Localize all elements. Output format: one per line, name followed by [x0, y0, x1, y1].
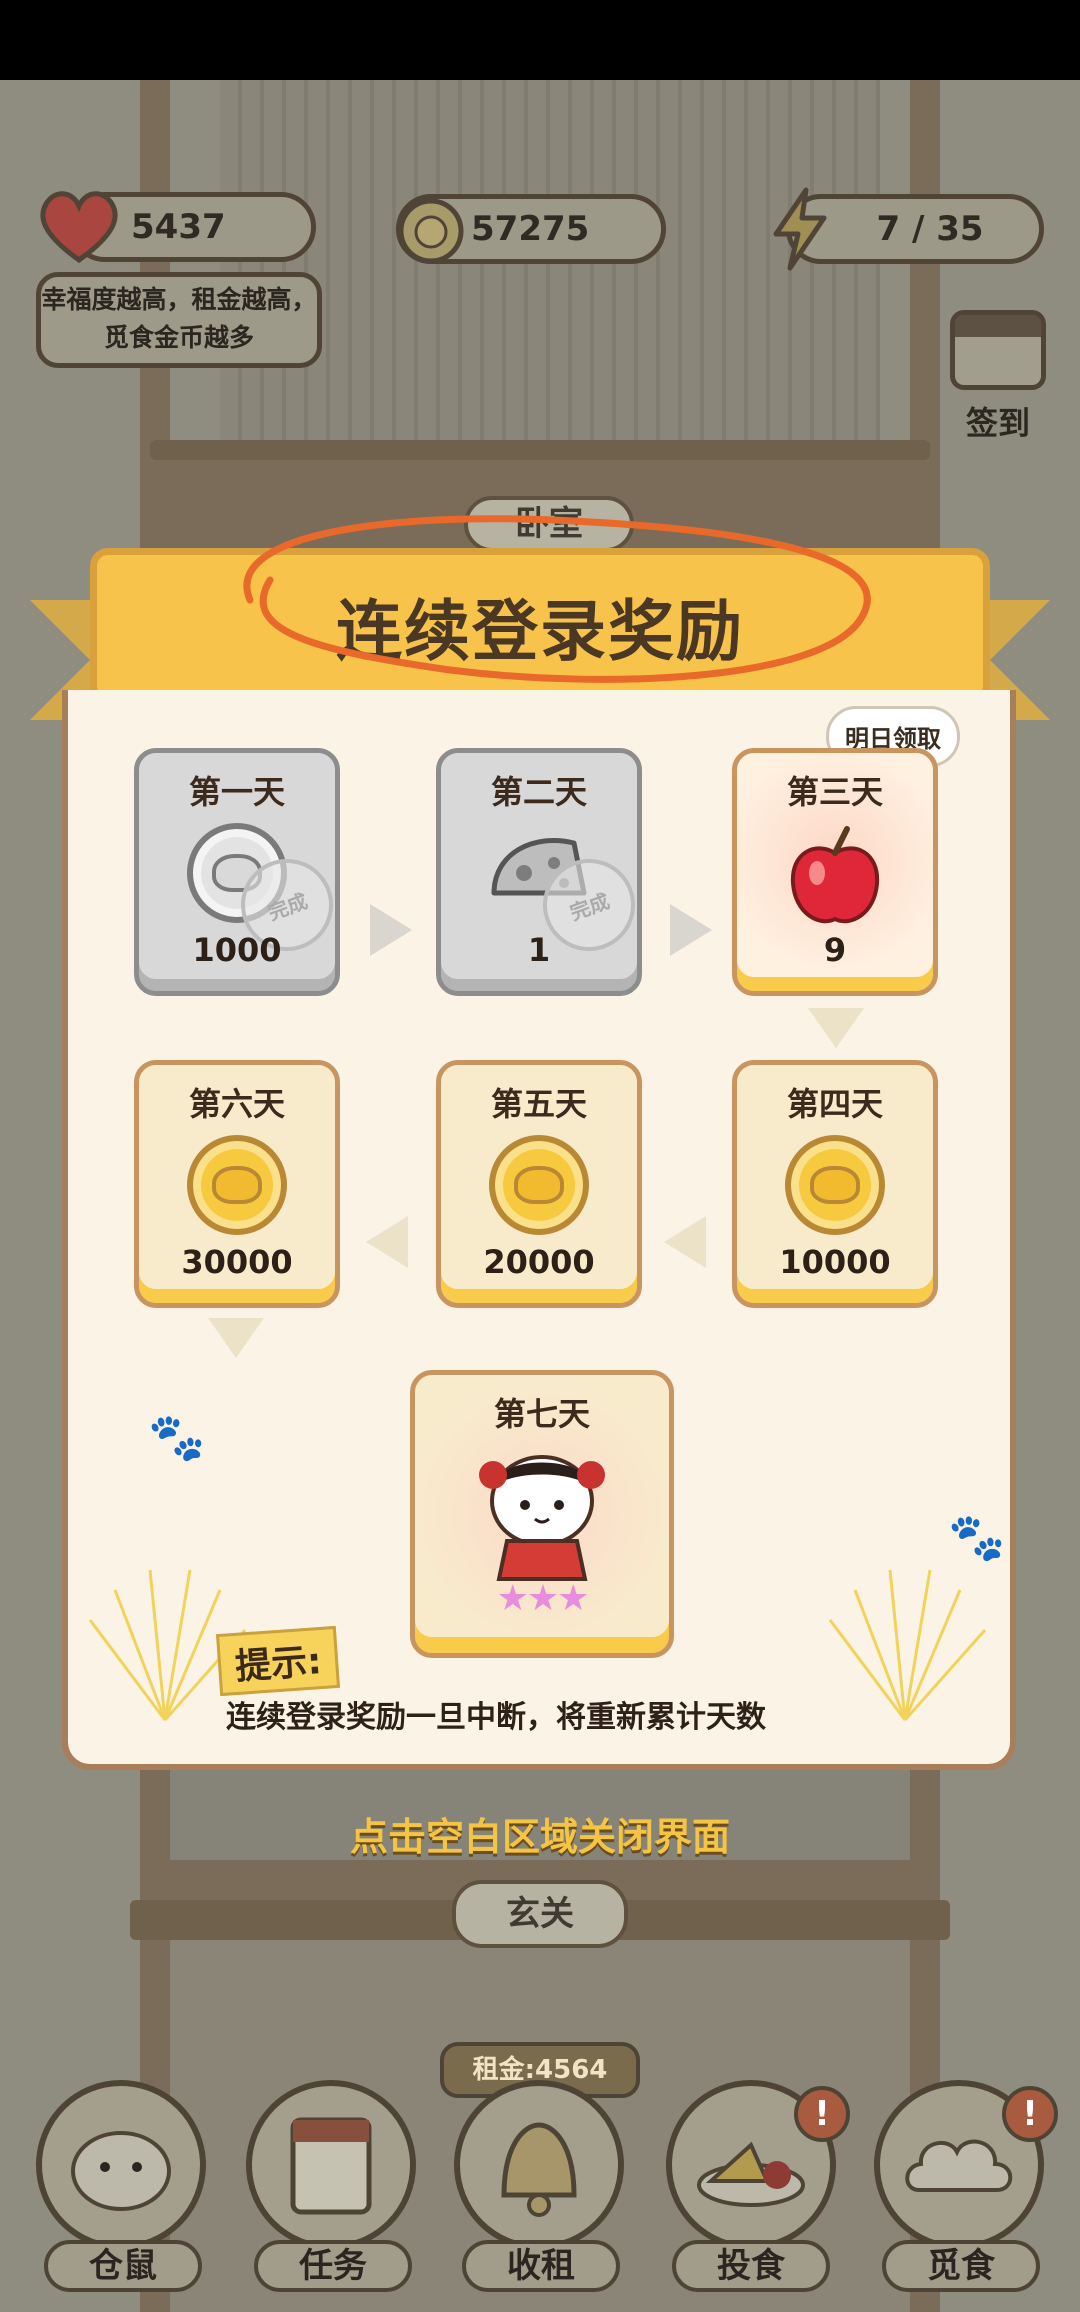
- day-card-5[interactable]: 第五天 20000: [436, 1060, 642, 1308]
- rarity-stars: ★★★: [496, 1578, 590, 1619]
- notebook-icon: [290, 2117, 372, 2215]
- forage-alert-badge: !: [1002, 2086, 1058, 2142]
- status-bar: [0, 0, 1080, 80]
- reward-quantity: 10000: [779, 1243, 891, 1281]
- day-title: 第二天: [490, 773, 587, 811]
- forage-label[interactable]: 觅食: [882, 2240, 1040, 2292]
- bell-icon: [501, 2122, 577, 2217]
- collect-rent-button[interactable]: [454, 2080, 624, 2250]
- arrow-down-icon: [808, 1008, 864, 1048]
- close-hint[interactable]: 点击空白区域关闭界面: [0, 1806, 1080, 1861]
- energy-value: 7 / 35: [876, 209, 984, 249]
- paw-decoration: 🐾: [148, 1410, 206, 1464]
- feed-label[interactable]: 投食: [672, 2240, 830, 2292]
- day-card-2[interactable]: 第二天 完成 1: [436, 748, 648, 996]
- arrow-left-icon: [366, 1216, 408, 1268]
- dialog-title: 连续登录奖励: [336, 592, 744, 670]
- reward-quantity: 1000: [192, 931, 282, 969]
- arrow-right-icon: [670, 904, 712, 956]
- coin-icon: [489, 1135, 589, 1235]
- feed-alert-badge: !: [794, 2086, 850, 2142]
- day-card-3[interactable]: 第三天 9: [732, 748, 938, 996]
- hamster-costume-icon: [467, 1441, 617, 1585]
- coin-icon: [785, 1135, 885, 1235]
- day-card-1[interactable]: 第一天 完成 1000: [134, 748, 346, 996]
- day-title: 第六天: [188, 1085, 285, 1123]
- day-title: 第三天: [786, 773, 883, 811]
- task-label[interactable]: 任务: [254, 2240, 412, 2292]
- dialog-banner: 连续登录奖励: [90, 548, 990, 704]
- arrow-right-icon: [370, 904, 412, 956]
- hamster-button[interactable]: [36, 2080, 206, 2250]
- day-title: 第一天: [188, 773, 285, 811]
- hint-text: 连续登录奖励一旦中断，将重新累计天数: [226, 1700, 766, 1735]
- hearts-value: 5437: [131, 207, 226, 247]
- coin-value: 57275: [471, 209, 590, 249]
- room-label-entrance[interactable]: 玄关: [452, 1880, 628, 1948]
- day-title: 第四天: [786, 1085, 883, 1123]
- cloud-icon: [905, 2139, 1013, 2192]
- reward-quantity: 30000: [181, 1243, 293, 1281]
- signin-button[interactable]: 签到: [946, 310, 1050, 444]
- coin-icon: [396, 196, 466, 266]
- collect-rent-label[interactable]: 收租: [462, 2240, 620, 2292]
- calendar-icon: [950, 310, 1046, 390]
- day-card-4[interactable]: 第四天 10000: [732, 1060, 938, 1308]
- signin-label: 签到: [965, 404, 1030, 442]
- happiness-tip: 幸福度越高，租金越高，觅食金币越多: [36, 272, 322, 368]
- apple-icon: [785, 823, 885, 937]
- hint-label: 提示:: [215, 1625, 341, 1697]
- paw-decoration: 🐾: [948, 1510, 1006, 1564]
- arrow-left-icon: [664, 1216, 706, 1268]
- day-title: 第五天: [490, 1085, 587, 1123]
- food-plate-icon: [697, 2141, 805, 2207]
- arrow-down-icon: [208, 1318, 264, 1358]
- day-title: 第七天: [493, 1395, 590, 1433]
- task-button[interactable]: [246, 2080, 416, 2250]
- reward-quantity: 20000: [483, 1243, 595, 1281]
- firework-right-icon: [828, 1569, 987, 1721]
- lightning-icon: [770, 186, 830, 272]
- reward-quantity: 9: [823, 931, 847, 969]
- hamster-label[interactable]: 仓鼠: [44, 2240, 202, 2292]
- reward-quantity: 1: [527, 931, 551, 969]
- day-card-6[interactable]: 第六天 30000: [134, 1060, 340, 1308]
- room-label-bedroom[interactable]: 卧室: [464, 496, 634, 552]
- heart-icon: [34, 180, 124, 270]
- day-card-7[interactable]: 第七天 ★★★: [410, 1370, 674, 1658]
- hamster-icon: [71, 2131, 171, 2211]
- coin-icon: [187, 1135, 287, 1235]
